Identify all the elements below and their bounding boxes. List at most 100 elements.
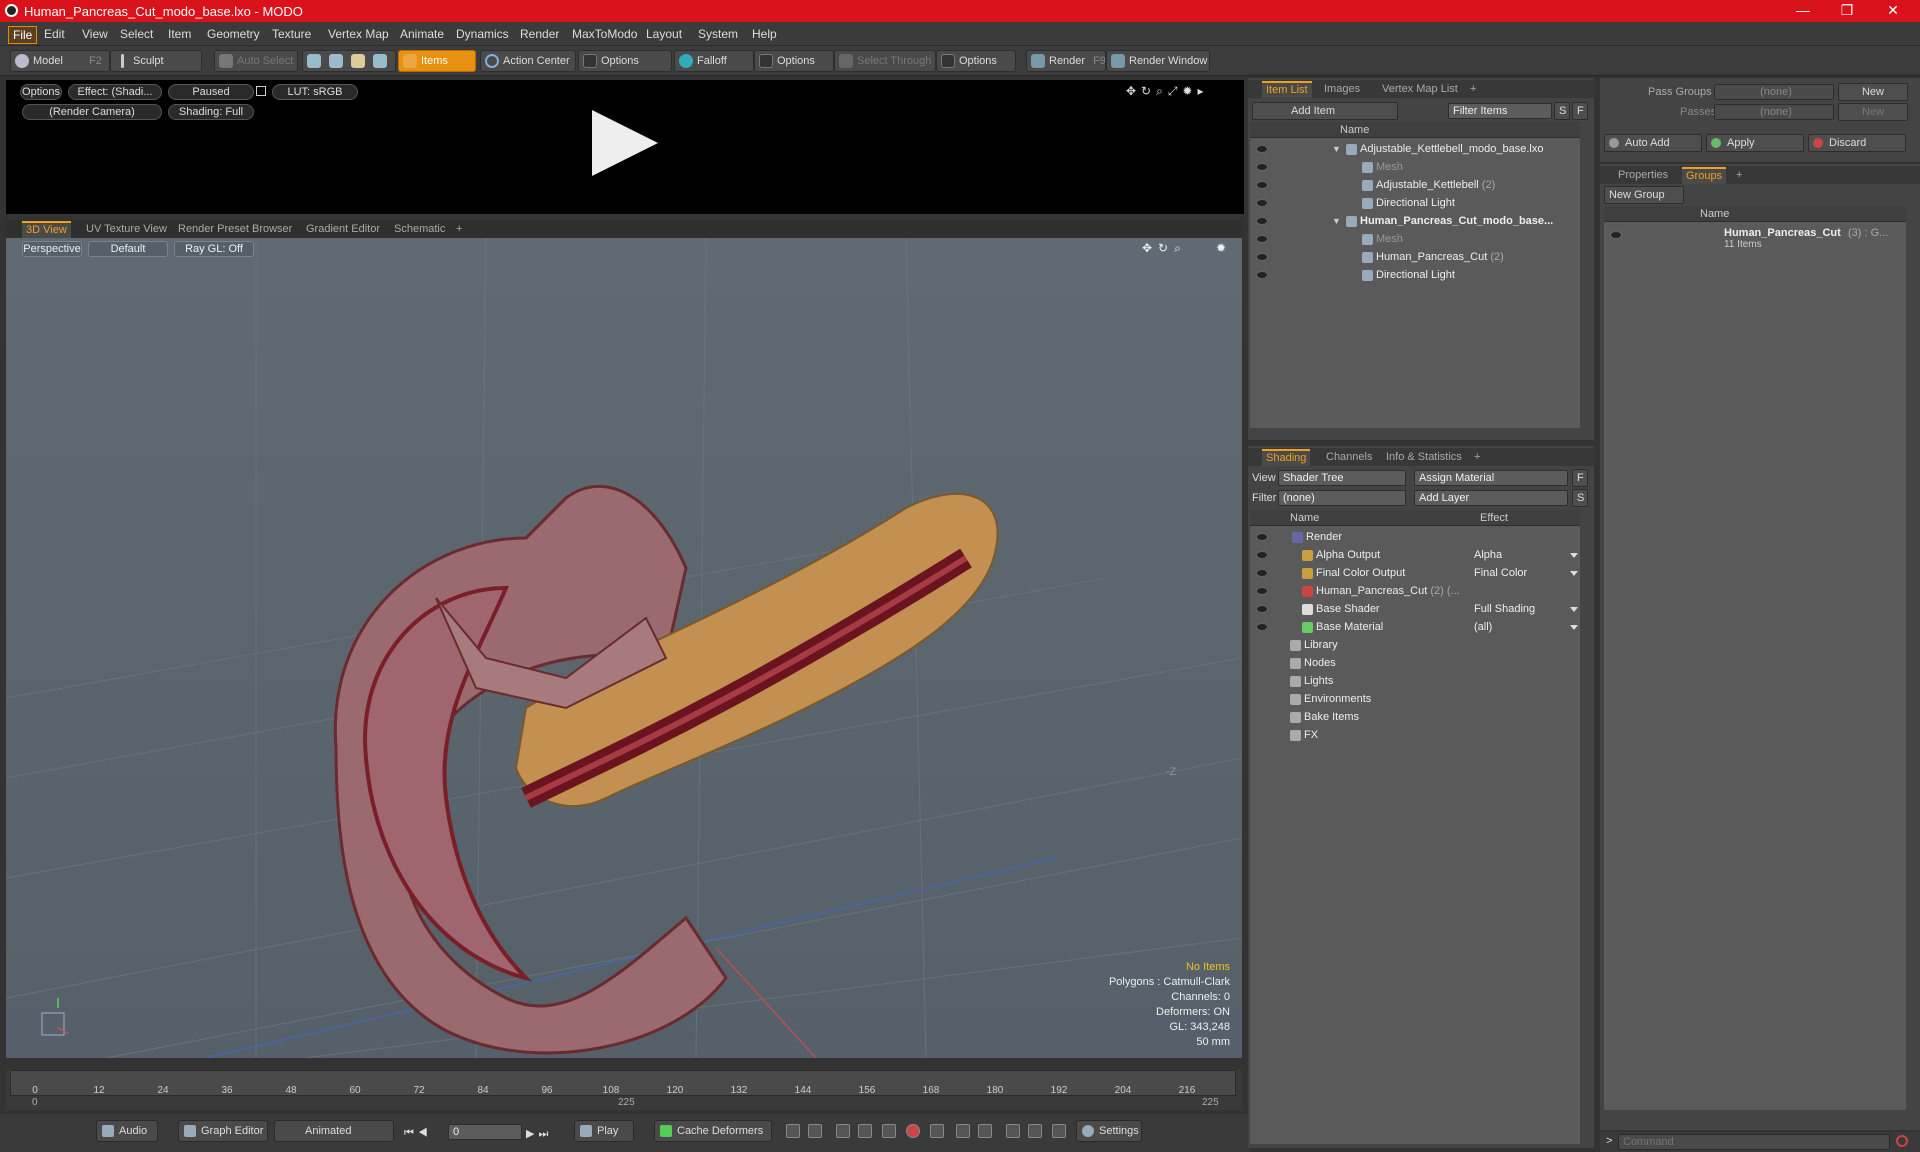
frame-input[interactable]: 0 bbox=[448, 1124, 522, 1140]
chevron-down-icon[interactable] bbox=[1570, 607, 1578, 612]
item-row[interactable]: Directional Light bbox=[1250, 266, 1580, 284]
render-camera-dropdown[interactable]: (Render Camera) bbox=[22, 104, 162, 120]
tab-properties[interactable]: Properties bbox=[1614, 167, 1672, 184]
lock-icon[interactable] bbox=[256, 86, 266, 96]
3d-viewport[interactable]: -Z No Items Polygons : Catmull-Clark Cha… bbox=[6, 238, 1242, 1058]
key-options-icon[interactable] bbox=[808, 1124, 822, 1138]
shader-row[interactable]: Library bbox=[1250, 636, 1580, 654]
visibility-eye-icon[interactable] bbox=[1256, 163, 1268, 171]
shader-row[interactable]: Final Color Output Final Color bbox=[1250, 564, 1580, 582]
visibility-eye-icon[interactable] bbox=[1256, 623, 1268, 631]
shader-row[interactable]: Nodes bbox=[1250, 654, 1580, 672]
tab-info-statistics[interactable]: Info & Statistics bbox=[1382, 449, 1466, 466]
animated-dropdown[interactable]: Animated bbox=[274, 1120, 394, 1142]
edges-mode-icon[interactable] bbox=[329, 54, 343, 68]
tab-item-list[interactable]: Item List bbox=[1262, 81, 1312, 98]
item-row[interactable]: Mesh bbox=[1250, 230, 1580, 248]
new-group-button[interactable]: New Group bbox=[1604, 186, 1684, 204]
maximize-button[interactable]: ❐ bbox=[1832, 2, 1862, 20]
loop-icon[interactable] bbox=[1006, 1124, 1020, 1138]
menu-select[interactable]: Select bbox=[116, 26, 157, 42]
visibility-eye-icon[interactable] bbox=[1256, 587, 1268, 595]
command-input[interactable] bbox=[1618, 1134, 1890, 1150]
shader-row[interactable]: Base Shader Full Shading bbox=[1250, 600, 1580, 618]
shader-row[interactable]: Human_Pancreas_Cut (2) (... bbox=[1250, 582, 1580, 600]
visibility-eye-icon[interactable] bbox=[1256, 217, 1268, 225]
preview-paused-button[interactable]: Paused bbox=[168, 84, 254, 100]
item-row[interactable]: Directional Light bbox=[1250, 194, 1580, 212]
s-toggle[interactable]: S bbox=[1572, 489, 1588, 507]
menu-file[interactable]: File bbox=[8, 26, 38, 44]
view-dropdown[interactable]: Shader Tree bbox=[1278, 470, 1406, 486]
minimize-button[interactable]: — bbox=[1788, 2, 1818, 20]
add-tab-button[interactable]: + bbox=[1732, 167, 1746, 184]
add-layer-dropdown[interactable]: Add Layer bbox=[1414, 490, 1568, 506]
visibility-eye-icon[interactable] bbox=[1610, 231, 1622, 239]
action-center-options-button[interactable]: Options bbox=[578, 50, 672, 72]
menu-vertex-map[interactable]: Vertex Map bbox=[324, 26, 393, 42]
shader-row[interactable]: Bake Items bbox=[1250, 708, 1580, 726]
menu-help[interactable]: Help bbox=[748, 26, 781, 42]
perspective-dropdown[interactable]: Perspective bbox=[22, 241, 82, 257]
channel-icon[interactable] bbox=[1052, 1124, 1066, 1138]
refresh-icon[interactable] bbox=[1028, 1124, 1042, 1138]
next-key-icon[interactable] bbox=[978, 1124, 992, 1138]
shader-row[interactable]: Base Material (all) bbox=[1250, 618, 1580, 636]
preview-nav-icons[interactable]: ✥↻⌕⤢✹▸ bbox=[1126, 84, 1209, 99]
timeline-ruler[interactable]: 0 12 24 36 48 60 72 84 96 108 120 132 144 156 168 180 19… bbox=[10, 1070, 1236, 1096]
auto-key-icon[interactable] bbox=[882, 1124, 896, 1138]
visibility-eye-icon[interactable] bbox=[1256, 145, 1268, 153]
chevron-down-icon[interactable] bbox=[1570, 571, 1578, 576]
tab-groups[interactable]: Groups bbox=[1682, 167, 1727, 184]
gear-icon[interactable]: ✹ bbox=[1216, 241, 1226, 255]
pass-groups-dropdown[interactable]: (none) bbox=[1714, 84, 1834, 100]
stop-icon[interactable] bbox=[1896, 1135, 1908, 1147]
s-toggle[interactable]: S bbox=[1554, 102, 1570, 120]
item-row[interactable]: Mesh bbox=[1250, 158, 1580, 176]
settings-button[interactable]: Settings bbox=[1076, 1120, 1142, 1142]
menu-item[interactable]: Item bbox=[164, 26, 195, 42]
key-toggle-icon[interactable] bbox=[930, 1124, 944, 1138]
tab-images[interactable]: Images bbox=[1320, 81, 1364, 98]
visibility-eye-icon[interactable] bbox=[1256, 533, 1268, 541]
preview-effect-dropdown[interactable]: Effect: (Shadi... bbox=[68, 84, 162, 100]
tab-vertex-map-list[interactable]: Vertex Map List bbox=[1378, 81, 1462, 98]
new-pass-group-button[interactable]: New bbox=[1838, 83, 1908, 101]
items-mode-button[interactable]: Items bbox=[398, 50, 476, 72]
add-tab-button[interactable]: + bbox=[1466, 81, 1480, 98]
select-through-options-button[interactable]: Options bbox=[936, 50, 1016, 72]
tab-3d-view[interactable]: 3D View bbox=[22, 221, 71, 238]
viewport-nav-icons[interactable]: ✥↻⌕ bbox=[1142, 241, 1187, 256]
tab-schematic[interactable]: Schematic bbox=[390, 221, 449, 238]
item-row[interactable]: Human_Pancreas_Cut (2) bbox=[1250, 248, 1580, 266]
record-icon[interactable] bbox=[906, 1124, 920, 1138]
expand-arrow-icon[interactable]: ▼ bbox=[1332, 212, 1341, 230]
select-through-button[interactable]: Select Through bbox=[834, 50, 936, 72]
discard-button[interactable]: Discard bbox=[1808, 134, 1906, 152]
new-pass-button[interactable]: New bbox=[1838, 103, 1908, 121]
menu-edit[interactable]: Edit bbox=[40, 26, 69, 42]
add-tab-button[interactable]: + bbox=[452, 221, 466, 238]
menu-render[interactable]: Render bbox=[516, 26, 563, 42]
shader-row[interactable]: Lights bbox=[1250, 672, 1580, 690]
tab-shading[interactable]: Shading bbox=[1262, 449, 1311, 466]
materials-mode-icon[interactable] bbox=[373, 54, 387, 68]
render-button[interactable]: Render F9 bbox=[1026, 50, 1106, 72]
menu-geometry[interactable]: Geometry bbox=[203, 26, 264, 42]
visibility-eye-icon[interactable] bbox=[1256, 271, 1268, 279]
menu-dynamics[interactable]: Dynamics bbox=[452, 26, 513, 42]
visibility-eye-icon[interactable] bbox=[1256, 569, 1268, 577]
groups-list[interactable]: Name Human_Pancreas_Cut (3) : G... 11 It… bbox=[1604, 206, 1906, 1110]
menu-layout[interactable]: Layout bbox=[642, 26, 686, 42]
effect-dropdown[interactable]: Final Color bbox=[1474, 564, 1574, 582]
falloff-options-button[interactable]: Options bbox=[754, 50, 834, 72]
visibility-eye-icon[interactable] bbox=[1256, 551, 1268, 559]
effect-dropdown[interactable]: Alpha bbox=[1474, 546, 1574, 564]
play-button[interactable]: Play bbox=[574, 1120, 634, 1142]
auto-add-button[interactable]: Auto Add bbox=[1604, 134, 1702, 152]
visibility-eye-icon[interactable] bbox=[1256, 605, 1268, 613]
next-frame-icon[interactable] bbox=[956, 1124, 970, 1138]
sculpt-mode-button[interactable]: Sculpt bbox=[110, 50, 202, 72]
effect-dropdown[interactable]: Full Shading bbox=[1474, 600, 1574, 618]
render-preview[interactable]: Options Effect: (Shadi... Paused LUT: sR… bbox=[6, 80, 1244, 214]
